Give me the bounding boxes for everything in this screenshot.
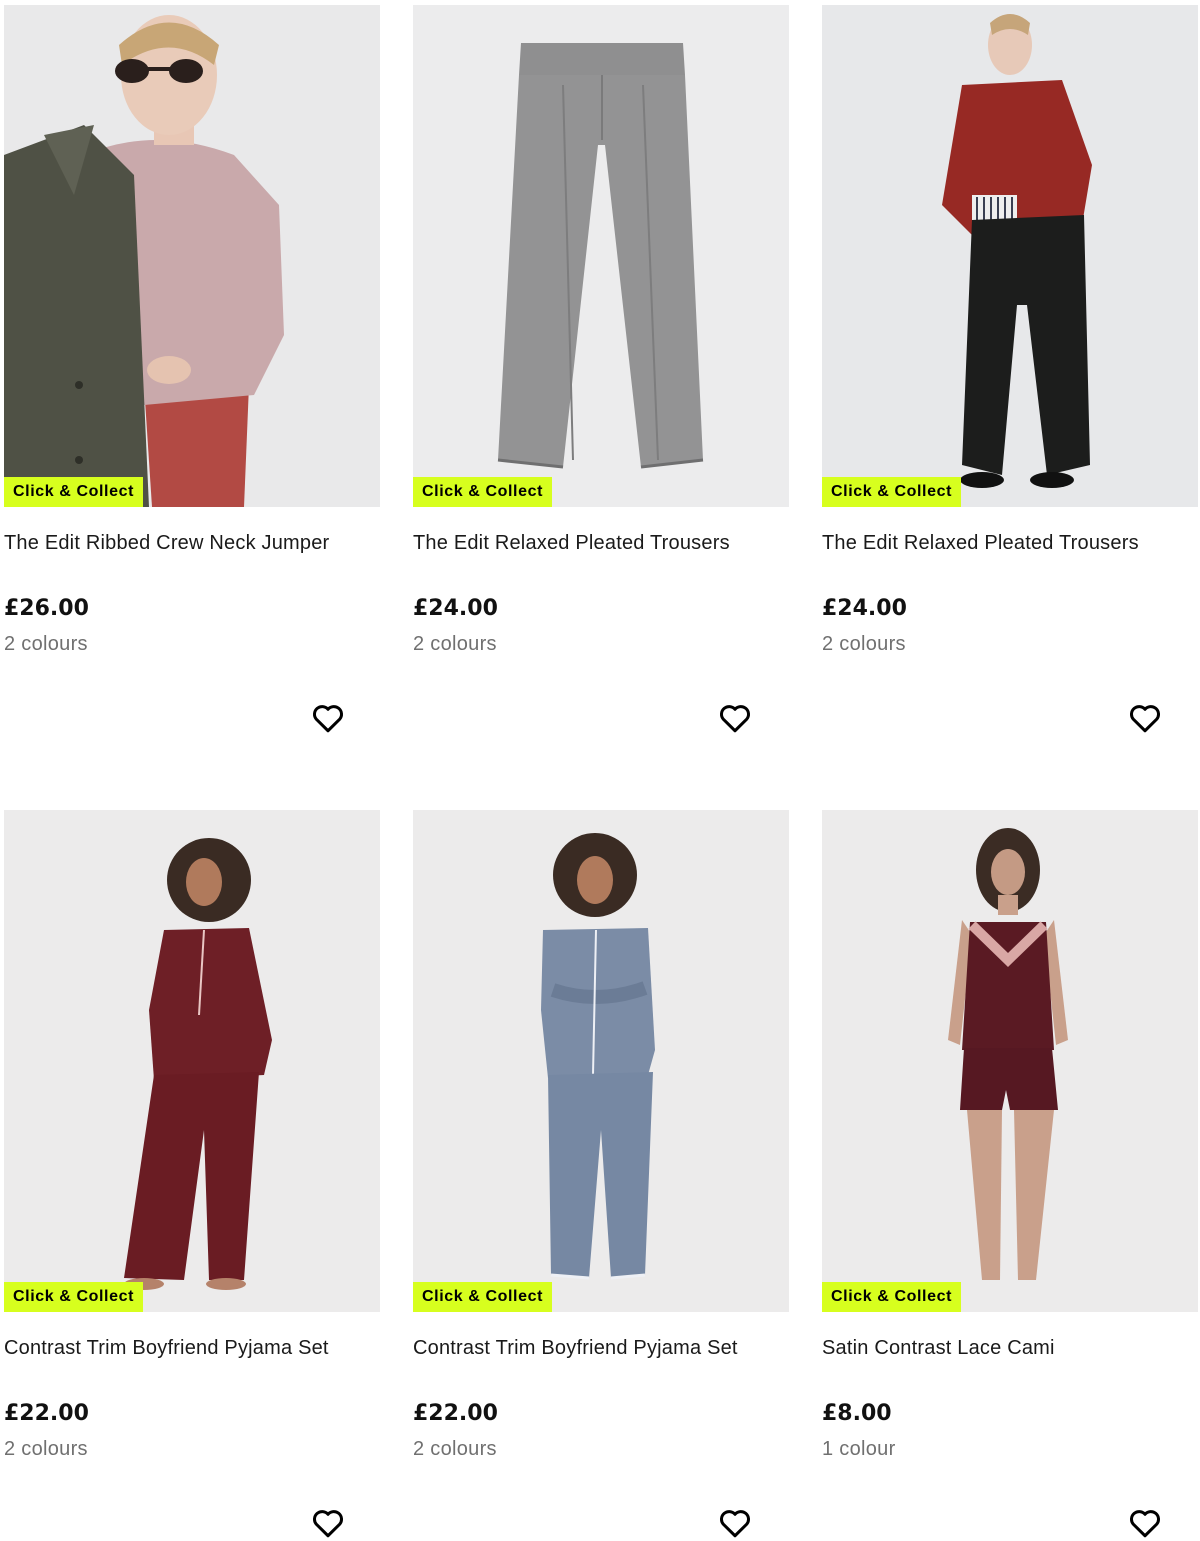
product-photo-burgundy-pyjamas (4, 810, 380, 1312)
wishlist-button[interactable] (717, 1505, 753, 1541)
product-title[interactable]: Satin Contrast Lace Cami (822, 1334, 1198, 1362)
product-card[interactable]: Click & Collect The Edit Relaxed Pleated… (413, 5, 789, 785)
product-title[interactable]: The Edit Relaxed Pleated Trousers (413, 529, 789, 557)
click-collect-badge: Click & Collect (413, 477, 553, 507)
product-card[interactable]: Click & Collect The Edit Relaxed Pleated… (822, 5, 1198, 785)
wishlist-button[interactable] (310, 1505, 346, 1541)
heart-icon (1130, 1510, 1160, 1538)
product-photo-jumper (4, 5, 380, 507)
click-collect-badge: Click & Collect (822, 477, 962, 507)
product-price: £24.00 (822, 596, 907, 621)
product-photo-grey-trousers (413, 5, 789, 507)
product-price: £8.00 (822, 1401, 892, 1426)
product-price: £26.00 (4, 596, 89, 621)
wishlist-button[interactable] (310, 700, 346, 736)
click-collect-badge: Click & Collect (413, 1282, 553, 1312)
product-price: £22.00 (4, 1401, 89, 1426)
product-card[interactable]: Click & Collect The Edit Ribbed Crew Nec… (4, 5, 380, 785)
heart-icon (720, 705, 750, 733)
product-image[interactable]: Click & Collect (4, 5, 380, 507)
product-title[interactable]: Contrast Trim Boyfriend Pyjama Set (413, 1334, 789, 1362)
product-image[interactable]: Click & Collect (4, 810, 380, 1312)
product-card[interactable]: Click & Collect Satin Contrast Lace Cami… (822, 810, 1198, 1541)
wishlist-button[interactable] (717, 700, 753, 736)
product-title[interactable]: Contrast Trim Boyfriend Pyjama Set (4, 1334, 380, 1362)
product-image[interactable]: Click & Collect (822, 810, 1198, 1312)
click-collect-badge: Click & Collect (822, 1282, 962, 1312)
colour-count: 2 colours (4, 1438, 88, 1460)
product-grid: Click & Collect The Edit Ribbed Crew Nec… (0, 0, 1200, 1541)
heart-icon (720, 1510, 750, 1538)
product-title[interactable]: The Edit Relaxed Pleated Trousers (822, 529, 1198, 557)
colour-count: 2 colours (822, 633, 906, 655)
product-image[interactable]: Click & Collect (822, 5, 1198, 507)
product-photo-lace-cami (822, 810, 1198, 1312)
wishlist-button[interactable] (1127, 1505, 1163, 1541)
wishlist-button[interactable] (1127, 700, 1163, 736)
product-title[interactable]: The Edit Ribbed Crew Neck Jumper (4, 529, 380, 557)
product-photo-blue-pyjamas (413, 810, 789, 1312)
colour-count: 2 colours (413, 633, 497, 655)
product-card[interactable]: Click & Collect Contrast Trim Boyfriend … (413, 810, 789, 1541)
product-photo-black-trousers (822, 5, 1198, 507)
colour-count: 1 colour (822, 1438, 896, 1460)
heart-icon (313, 705, 343, 733)
click-collect-badge: Click & Collect (4, 1282, 144, 1312)
product-image[interactable]: Click & Collect (413, 5, 789, 507)
heart-icon (1130, 705, 1160, 733)
product-image[interactable]: Click & Collect (413, 810, 789, 1312)
colour-count: 2 colours (413, 1438, 497, 1460)
click-collect-badge: Click & Collect (4, 477, 144, 507)
product-card[interactable]: Click & Collect Contrast Trim Boyfriend … (4, 810, 380, 1541)
product-price: £22.00 (413, 1401, 498, 1426)
heart-icon (313, 1510, 343, 1538)
product-price: £24.00 (413, 596, 498, 621)
colour-count: 2 colours (4, 633, 88, 655)
